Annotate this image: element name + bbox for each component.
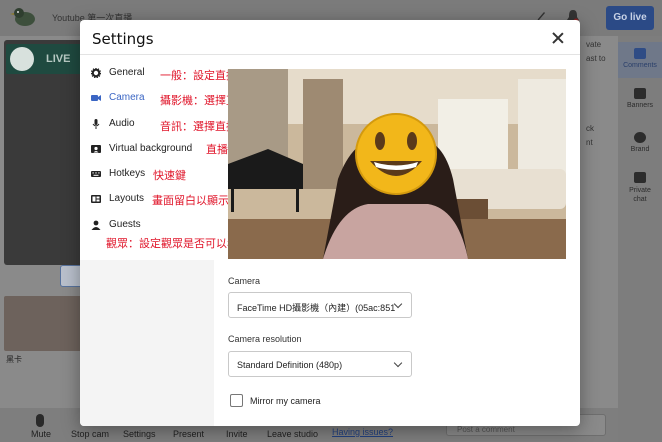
microphone-icon bbox=[36, 414, 44, 427]
keyboard-icon bbox=[91, 171, 101, 177]
nav-virtual-background-label: Virtual background bbox=[109, 143, 193, 154]
nav-audio-label: Audio bbox=[109, 118, 135, 129]
streamyard-logo-icon bbox=[10, 8, 35, 26]
having-issues-link[interactable]: Having issues? bbox=[332, 427, 393, 437]
camera-icon bbox=[91, 95, 101, 101]
rail-private-chat[interactable]: Private chat bbox=[618, 172, 662, 206]
nav-hotkeys-label: Hotkeys bbox=[109, 168, 146, 179]
modal-title: Settings bbox=[92, 30, 154, 48]
stop-cam-button[interactable]: Stop cam bbox=[71, 429, 109, 439]
brand-icon bbox=[634, 132, 646, 143]
live-label: LIVE bbox=[46, 53, 71, 65]
nav-virtual-background[interactable]: Virtual background bbox=[90, 142, 210, 158]
rail-banners[interactable]: Banners bbox=[618, 88, 662, 118]
rail-comments-label: Comments bbox=[623, 62, 657, 69]
resolution-select-label: Camera resolution bbox=[228, 334, 302, 344]
resolution-select[interactable]: Standard Definition (480p) bbox=[228, 351, 412, 377]
leave-studio-button[interactable]: Leave studio bbox=[267, 429, 318, 439]
mirror-camera-label: Mirror my camera bbox=[250, 396, 321, 406]
gear-icon bbox=[91, 68, 101, 78]
rail-comments[interactable]: Comments bbox=[618, 42, 662, 78]
comments-text-2: ast to bbox=[586, 54, 606, 63]
rail-private-chat-label: Private chat bbox=[629, 187, 651, 203]
close-icon[interactable] bbox=[550, 30, 566, 46]
comments-text-4: nt bbox=[586, 138, 593, 147]
comments-text-3: ck bbox=[586, 124, 594, 133]
annotation-hotkeys: 快速鍵 bbox=[153, 169, 186, 182]
go-live-button[interactable]: Go live bbox=[606, 6, 654, 30]
nav-camera-label: Camera bbox=[109, 92, 145, 103]
live-indicator: LIVE bbox=[6, 44, 84, 74]
chevron-down-icon bbox=[393, 358, 403, 368]
comments-icon bbox=[634, 48, 646, 59]
nav-guests-label: Guests bbox=[109, 219, 141, 230]
banners-icon bbox=[634, 88, 646, 99]
invite-button[interactable]: Invite bbox=[226, 429, 248, 439]
nav-general-label: General bbox=[109, 67, 145, 78]
background-icon bbox=[91, 145, 101, 153]
mirror-camera-checkbox[interactable] bbox=[230, 394, 243, 407]
guest-name-label: 黑卡 bbox=[6, 355, 22, 364]
camera-select-label: Camera bbox=[228, 276, 261, 286]
comments-text-1: vate bbox=[586, 40, 602, 49]
settings-button[interactable]: Settings bbox=[123, 429, 156, 439]
rail-brand-label: Brand bbox=[630, 146, 650, 153]
camera-select[interactable]: FaceTime HD攝影機（內建）(05ac:851 bbox=[228, 292, 412, 318]
modal-divider bbox=[80, 54, 580, 55]
camera-select-value: FaceTime HD攝影機（內建）(05ac:851 bbox=[237, 303, 396, 313]
present-button[interactable]: Present bbox=[173, 429, 204, 439]
comments-panel: vate ast to ck nt bbox=[586, 40, 616, 400]
rail-banners-label: Banners bbox=[626, 102, 654, 109]
layout-icon bbox=[91, 195, 101, 203]
nav-layouts-label: Layouts bbox=[109, 193, 145, 204]
microphone-icon bbox=[92, 119, 100, 129]
resolution-select-value: Standard Definition (480p) bbox=[237, 360, 343, 370]
mute-button[interactable]: Mute bbox=[31, 429, 51, 439]
person-icon bbox=[91, 220, 101, 230]
settings-nav-background bbox=[80, 260, 214, 426]
guest-thumbnail[interactable] bbox=[4, 296, 82, 351]
settings-modal: Settings General Camera Audio Virtual ba… bbox=[80, 20, 580, 426]
channel-avatar bbox=[10, 47, 34, 71]
private-chat-icon bbox=[634, 172, 646, 183]
nav-hotkeys[interactable]: Hotkeys bbox=[90, 167, 210, 183]
camera-preview bbox=[228, 69, 566, 259]
right-rail: Comments Banners Brand Private chat bbox=[618, 36, 662, 442]
rail-brand[interactable]: Brand bbox=[618, 132, 662, 162]
nav-guests[interactable]: Guests bbox=[90, 218, 210, 234]
